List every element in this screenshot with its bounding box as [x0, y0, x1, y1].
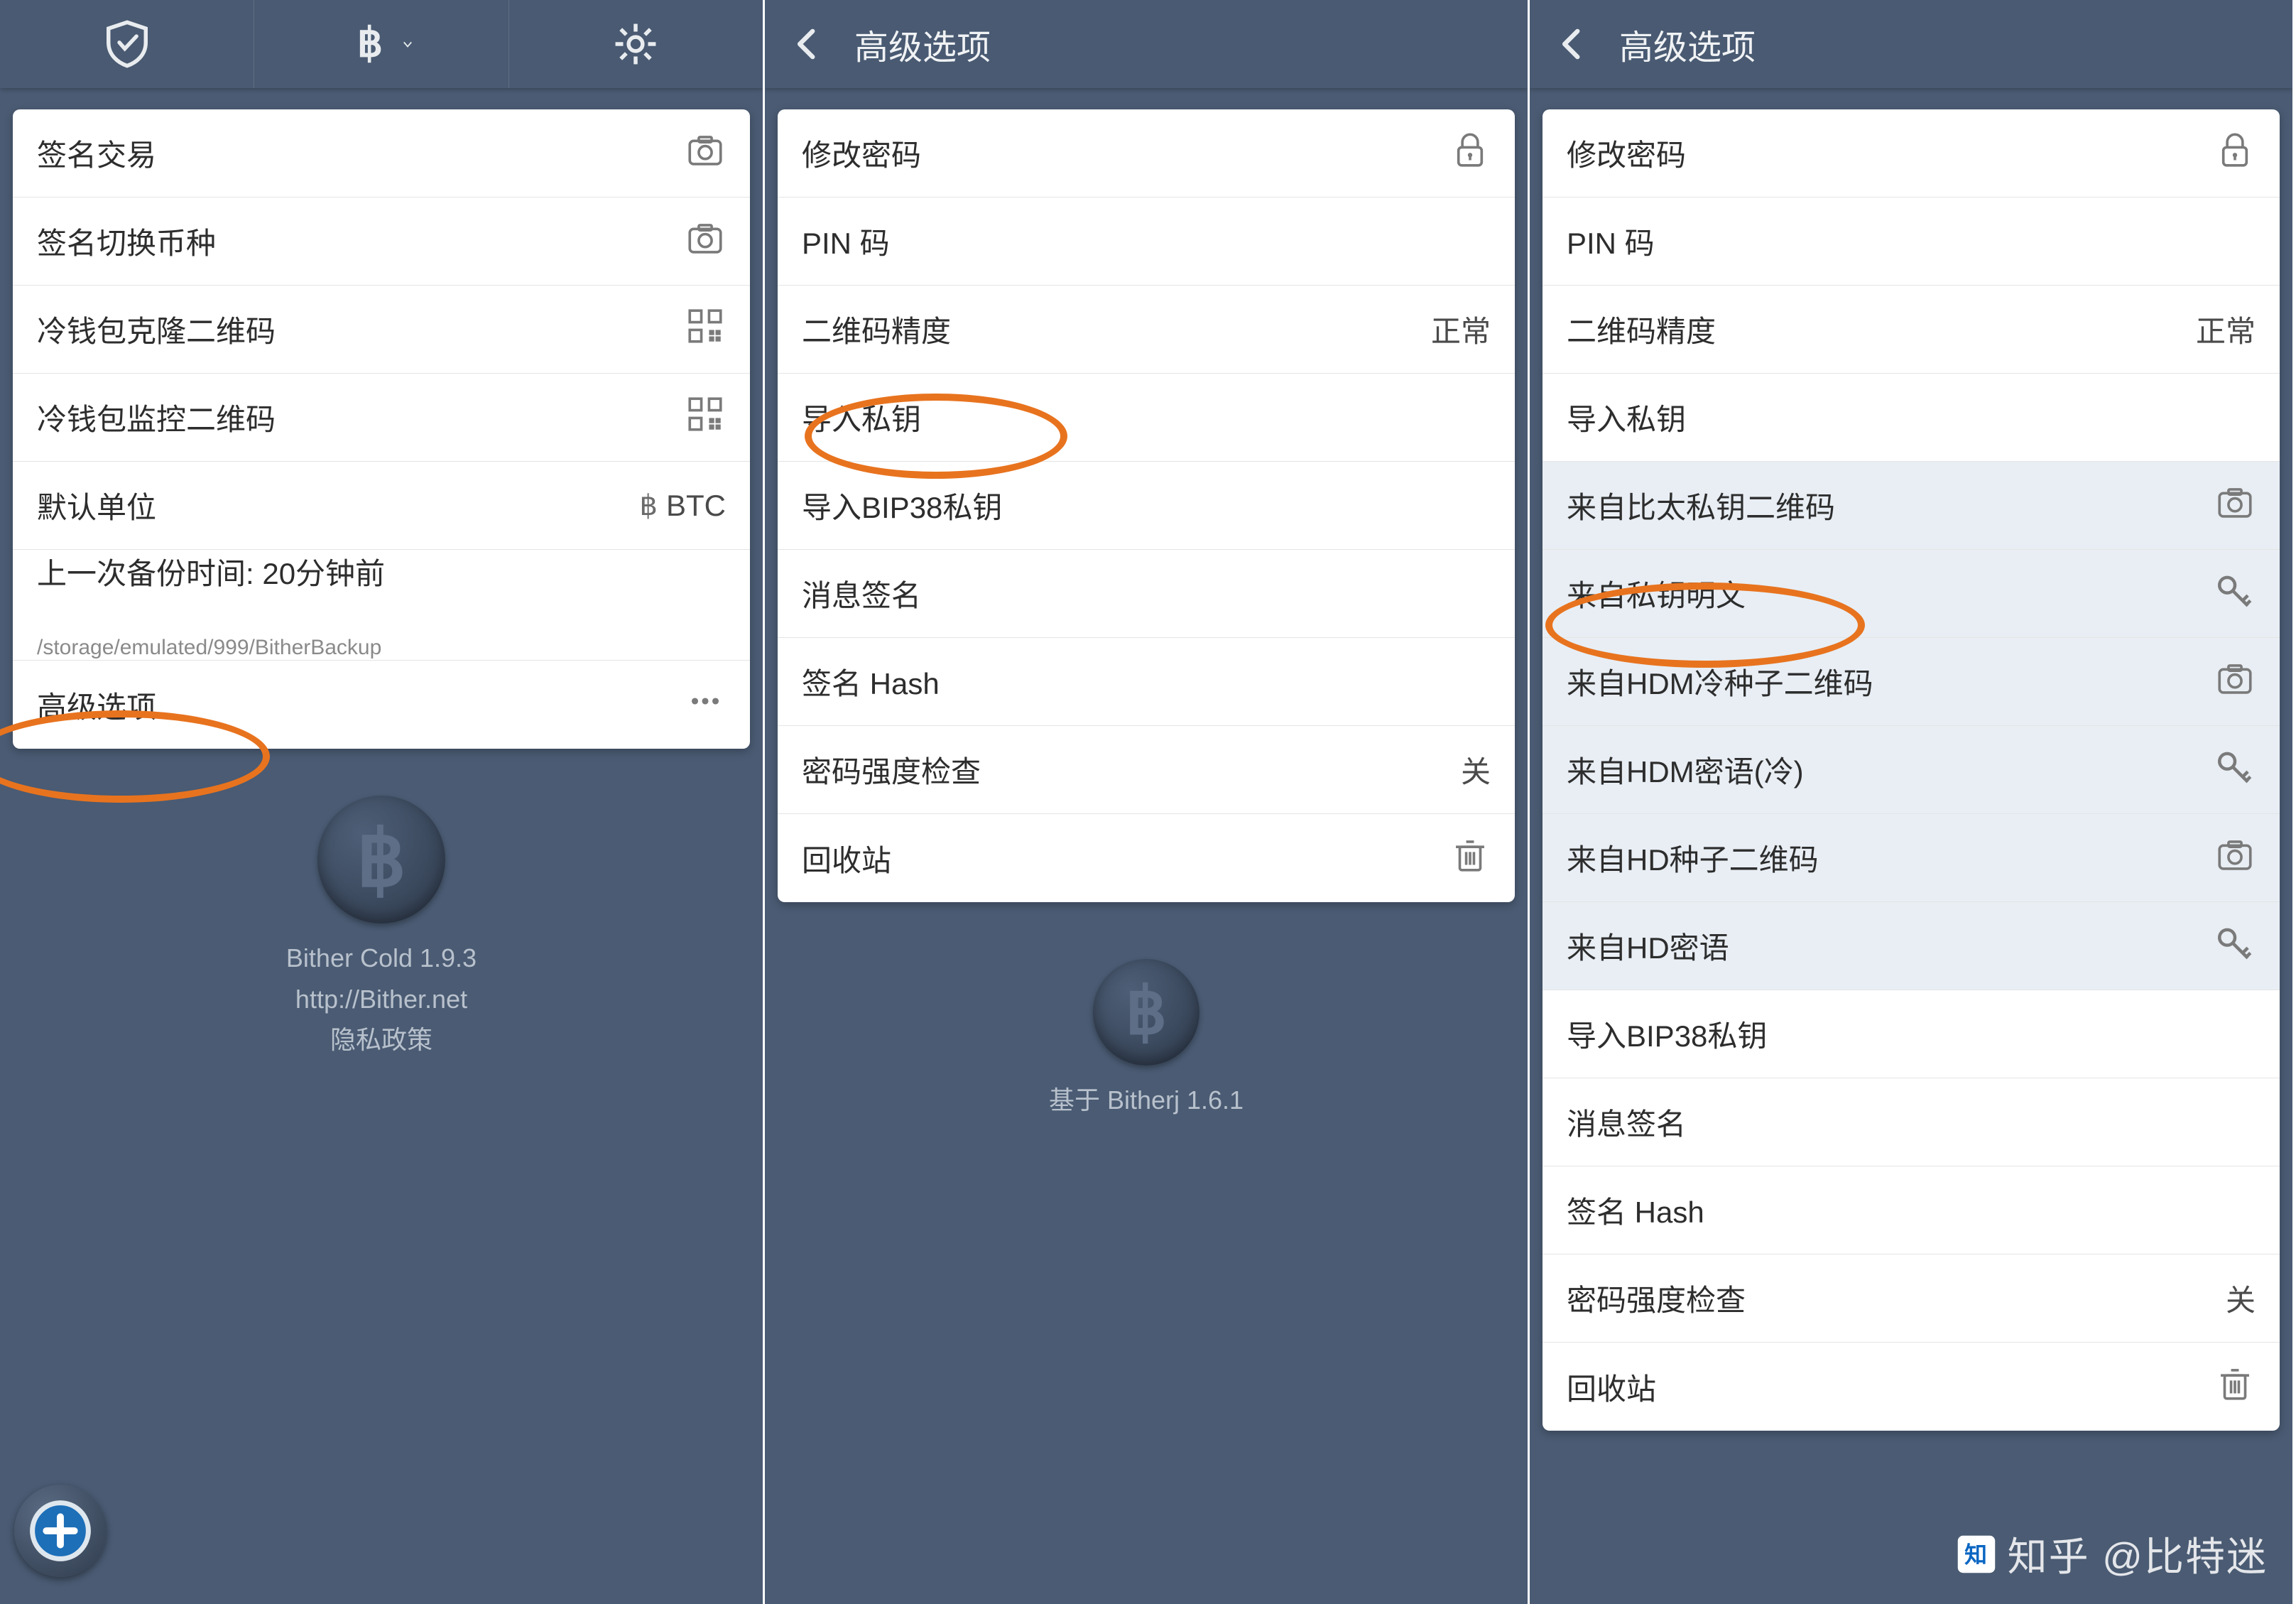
chevron-left-icon	[787, 23, 828, 65]
more-icon	[685, 681, 726, 729]
row-msg-sign[interactable]: 消息签名	[1543, 1078, 2280, 1166]
row-trash[interactable]: 回收站	[778, 814, 1515, 902]
row-import-bip38[interactable]: 导入BIP38私钥	[1543, 990, 2280, 1078]
bitcoin-icon	[345, 19, 395, 69]
screen-settings: 签名交易 签名切换币种 冷钱包克隆二维码 冷钱包监控二维码 默认单位 ฿BTC …	[0, 0, 765, 1604]
label: 上一次备份时间: 20分钟前	[37, 550, 385, 633]
label: 签名切换币种	[37, 220, 685, 263]
add-button[interactable]	[14, 1485, 107, 1577]
header: 高级选项	[1530, 0, 2292, 88]
tab-cold[interactable]	[0, 0, 254, 88]
row-trash[interactable]: 回收站	[1543, 1343, 2280, 1431]
lock-icon	[2214, 129, 2256, 178]
row-from-hd-phrase[interactable]: 来自HD密语	[1543, 902, 2280, 990]
lock-icon	[1449, 129, 1491, 178]
footer: ฿ Bither Cold 1.9.3 http://Bither.net 隐私…	[286, 796, 477, 1061]
caret-down-icon	[398, 34, 418, 54]
sublabel: /storage/emulated/999/BitherBackup	[37, 636, 381, 660]
camera-icon	[2214, 834, 2256, 882]
row-default-unit[interactable]: 默认单位 ฿BTC	[13, 462, 750, 550]
row-import-bip38[interactable]: 导入BIP38私钥	[778, 462, 1515, 550]
advanced-list: 修改密码 PIN 码 二维码精度 正常 导入私钥 导入BIP38私钥 消息签名 …	[778, 109, 1515, 902]
row-sign-hash[interactable]: 签名 Hash	[1543, 1166, 2280, 1255]
header	[0, 0, 763, 88]
back-button[interactable]	[765, 0, 850, 88]
back-button[interactable]	[1530, 0, 1615, 88]
row-sign-hash[interactable]: 签名 Hash	[778, 638, 1515, 726]
engine-label: 基于 Bitherj 1.6.1	[1049, 1080, 1244, 1121]
row-sign-switch[interactable]: 签名切换币种	[13, 197, 750, 286]
gear-icon	[611, 19, 660, 69]
row-from-hdm-phrase[interactable]: 来自HDM密语(冷)	[1543, 726, 2280, 814]
footer: ฿ 基于 Bitherj 1.6.1	[1049, 959, 1244, 1121]
row-from-hdm-cold-qr[interactable]: 来自HDM冷种子二维码	[1543, 638, 2280, 726]
row-pw-strength[interactable]: 密码强度检查 关	[1543, 1255, 2280, 1343]
advanced-list: 修改密码 PIN 码 二维码精度 正常 导入私钥 来自比太私钥二维码 来自私钥明…	[1543, 109, 2280, 1431]
row-cold-clone-qr[interactable]: 冷钱包克隆二维码	[13, 286, 750, 374]
camera-icon	[2214, 658, 2256, 706]
camera-icon	[685, 129, 726, 178]
settings-list: 签名交易 签名切换币种 冷钱包克隆二维码 冷钱包监控二维码 默认单位 ฿BTC …	[13, 109, 750, 749]
qr-icon	[685, 394, 726, 442]
page-title: 高级选项	[1615, 19, 2292, 69]
row-qr-precision[interactable]: 二维码精度 正常	[1543, 286, 2280, 374]
label: 高级选项	[37, 683, 685, 727]
screen-advanced: 高级选项 修改密码 PIN 码 二维码精度 正常 导入私钥 导入BIP38私钥 …	[765, 0, 1530, 1604]
row-qr-precision[interactable]: 二维码精度 正常	[778, 286, 1515, 374]
row-advanced[interactable]: 高级选项	[13, 661, 750, 749]
row-sign-tx[interactable]: 签名交易	[13, 109, 750, 197]
label: 冷钱包监控二维码	[37, 396, 685, 439]
screen-advanced-expanded: 高级选项 修改密码 PIN 码 二维码精度 正常 导入私钥 来自比太私钥二维码 …	[1530, 0, 2295, 1604]
label: 默认单位	[37, 484, 640, 527]
plus-icon	[28, 1499, 92, 1563]
qr-icon	[685, 305, 726, 354]
key-icon	[2214, 746, 2256, 794]
trash-icon	[2214, 1362, 2256, 1411]
page-title: 高级选项	[850, 19, 1528, 69]
chevron-left-icon	[1552, 23, 1593, 65]
shield-icon	[102, 19, 152, 69]
row-last-backup[interactable]: 上一次备份时间: 20分钟前 /storage/emulated/999/Bit…	[13, 550, 750, 661]
app-url[interactable]: http://Bither.net	[286, 979, 477, 1020]
row-cold-monitor-qr[interactable]: 冷钱包监控二维码	[13, 374, 750, 462]
row-change-password[interactable]: 修改密码	[778, 109, 1515, 197]
bitcoin-logo-icon: ฿	[317, 796, 445, 923]
bitcoin-logo-icon: ฿	[1093, 959, 1199, 1066]
row-pin[interactable]: PIN 码	[1543, 197, 2280, 286]
row-import-pk[interactable]: 导入私钥	[778, 374, 1515, 462]
trash-icon	[1449, 834, 1491, 882]
camera-icon	[2214, 482, 2256, 530]
key-icon	[2214, 570, 2256, 618]
row-from-pk-text[interactable]: 来自私钥明文	[1543, 550, 2280, 638]
row-from-hd-seed-qr[interactable]: 来自HD种子二维码	[1543, 814, 2280, 902]
row-change-password[interactable]: 修改密码	[1543, 109, 2280, 197]
app-name: Bither Cold 1.9.3	[286, 938, 477, 979]
key-icon	[2214, 922, 2256, 970]
row-pin[interactable]: PIN 码	[778, 197, 1515, 286]
label: 冷钱包克隆二维码	[37, 308, 685, 351]
zhihu-icon	[1955, 1533, 1998, 1576]
privacy-link[interactable]: 隐私政策	[286, 1019, 477, 1061]
camera-icon	[685, 217, 726, 266]
label: 签名交易	[37, 131, 685, 175]
row-pw-strength[interactable]: 密码强度检查 关	[778, 726, 1515, 814]
tab-settings[interactable]	[509, 0, 763, 88]
watermark: 知乎 @比特迷	[1955, 1525, 2268, 1583]
row-msg-sign[interactable]: 消息签名	[778, 550, 1515, 638]
row-from-bither-qr[interactable]: 来自比太私钥二维码	[1543, 462, 2280, 550]
header: 高级选项	[765, 0, 1528, 88]
tab-bitcoin[interactable]	[254, 0, 508, 88]
value: ฿BTC	[640, 489, 726, 523]
row-import-pk[interactable]: 导入私钥	[1543, 374, 2280, 462]
